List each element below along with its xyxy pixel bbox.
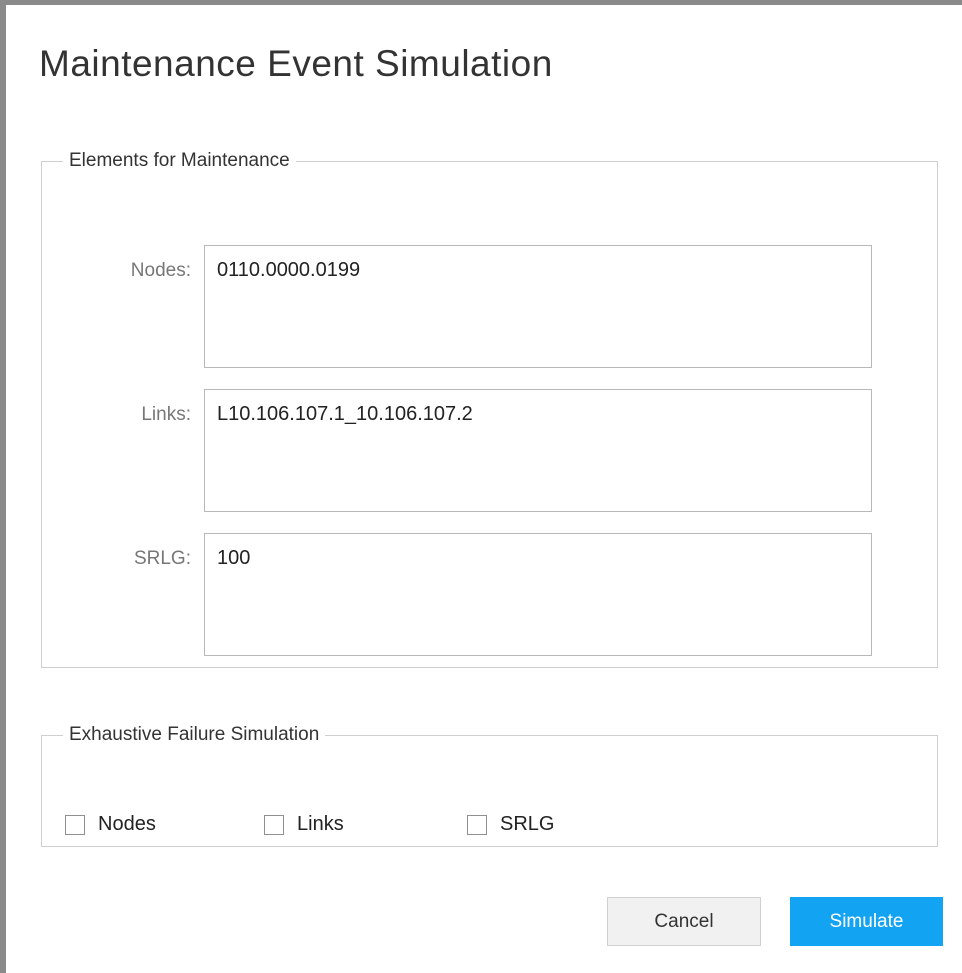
dialog-title: Maintenance Event Simulation <box>39 43 553 84</box>
cancel-button[interactable]: Cancel <box>607 897 761 946</box>
nodes-input[interactable]: 0110.0000.0199 <box>204 245 872 368</box>
maintenance-simulation-dialog: Maintenance Event Simulation Elements fo… <box>0 0 962 973</box>
links-checkbox[interactable] <box>264 814 284 835</box>
nodes-checkbox-label: Nodes <box>98 813 156 835</box>
srlg-checkbox-label: SRLG <box>500 813 555 835</box>
srlg-label: SRLG: <box>133 548 191 569</box>
links-input[interactable]: L10.106.107.1_10.106.107.2 <box>204 389 872 512</box>
links-label: Links: <box>141 404 191 425</box>
links-checkbox-label: Links <box>297 813 344 835</box>
links-checkbox-option[interactable]: Links <box>264 813 344 836</box>
simulate-button[interactable]: Simulate <box>790 897 943 946</box>
srlg-checkbox[interactable] <box>467 814 487 835</box>
nodes-label: Nodes: <box>130 260 191 281</box>
exhaustive-failure-simulation-legend: Exhaustive Failure Simulation <box>69 724 320 745</box>
exhaustive-failure-simulation-group: Exhaustive Failure Simulation Nodes Link… <box>41 724 938 847</box>
nodes-checkbox[interactable] <box>65 814 85 835</box>
srlg-checkbox-option[interactable]: SRLG <box>467 813 554 836</box>
elements-for-maintenance-group: Elements for Maintenance Nodes: 0110.000… <box>41 150 938 668</box>
srlg-input[interactable]: 100 <box>204 533 872 656</box>
nodes-checkbox-option[interactable]: Nodes <box>65 813 156 836</box>
elements-for-maintenance-legend: Elements for Maintenance <box>69 150 290 171</box>
